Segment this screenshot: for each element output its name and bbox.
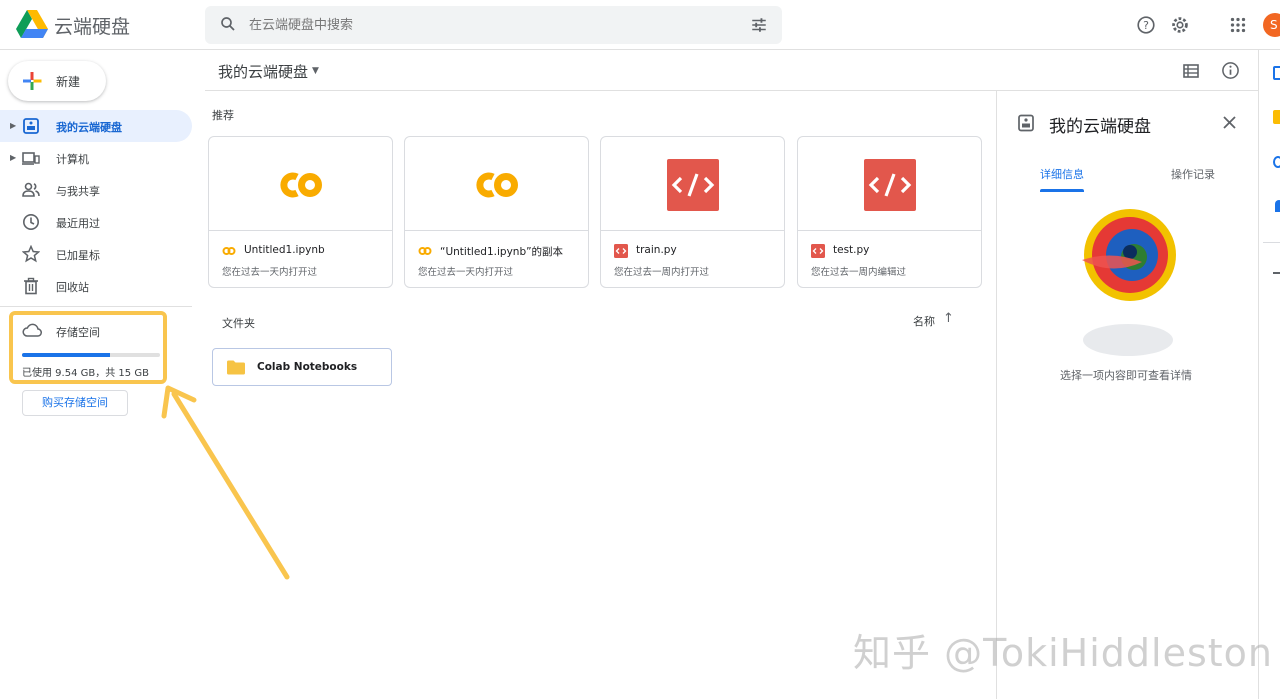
sidebar-item-label: 我的云端硬盘 bbox=[56, 121, 122, 134]
sidebar-item-label: 已加星标 bbox=[56, 249, 100, 262]
sidebar-item-recent[interactable]: 最近用过 bbox=[0, 206, 192, 238]
file-name: “Untitled1.ipynb”的副本 bbox=[440, 246, 564, 258]
sidebar-item-label: 最近用过 bbox=[56, 217, 100, 230]
drive-icon bbox=[23, 118, 39, 134]
new-button-label: 新建 bbox=[56, 75, 81, 89]
folders-heading: 文件夹 bbox=[222, 317, 255, 330]
code-icon bbox=[614, 244, 628, 258]
file-activity: 您在过去一周内打开过 bbox=[614, 267, 710, 278]
code-icon bbox=[811, 244, 825, 258]
tab-activity[interactable]: 操作记录 bbox=[1171, 166, 1215, 182]
suggested-file-card[interactable]: Untitled1.ipynb 您在过去一天内打开过 bbox=[208, 136, 393, 288]
keep-app-icon[interactable] bbox=[1273, 110, 1280, 124]
apps-grid-icon[interactable] bbox=[1227, 14, 1249, 36]
sort-ascending-icon[interactable]: ↑ bbox=[943, 311, 954, 326]
suggested-file-card[interactable]: test.py 您在过去一周内编辑过 bbox=[797, 136, 982, 288]
expand-caret-icon[interactable]: ▶ bbox=[10, 153, 16, 162]
search-input[interactable] bbox=[249, 15, 729, 35]
info-icon[interactable] bbox=[1221, 61, 1240, 80]
contacts-app-icon[interactable] bbox=[1275, 200, 1280, 212]
suggested-file-card[interactable]: “Untitled1.ipynb”的副本 您在过去一天内打开过 bbox=[404, 136, 589, 288]
drive-icon bbox=[1018, 114, 1034, 132]
sidebar-item-trash[interactable]: 回收站 bbox=[0, 270, 192, 302]
help-icon[interactable]: ? bbox=[1135, 14, 1157, 36]
tab-details[interactable]: 详细信息 bbox=[1040, 166, 1084, 182]
file-thumbnail bbox=[798, 137, 981, 231]
breadcrumb-dropdown-icon[interactable]: ▼ bbox=[312, 66, 319, 76]
details-empty-illustration bbox=[1082, 209, 1176, 356]
search-icon[interactable] bbox=[219, 15, 237, 33]
calendar-app-icon[interactable] bbox=[1273, 66, 1280, 80]
side-apps-rail bbox=[1258, 50, 1280, 699]
sidebar-item-my-drive[interactable]: ▶ 我的云端硬盘 bbox=[0, 110, 192, 142]
file-name: test.py bbox=[833, 244, 870, 256]
annotation-arrow bbox=[161, 385, 290, 580]
app-title[interactable]: 云端硬盘 bbox=[54, 12, 130, 39]
expand-caret-icon[interactable]: ▶ bbox=[10, 121, 16, 130]
folder-icon bbox=[227, 360, 245, 375]
search-options-icon[interactable] bbox=[750, 16, 768, 34]
code-icon bbox=[667, 159, 719, 211]
clock-icon bbox=[23, 214, 39, 230]
sidebar-item-shared[interactable]: 与我共享 bbox=[0, 174, 192, 206]
details-panel bbox=[996, 91, 1258, 699]
account-avatar[interactable]: S bbox=[1263, 13, 1280, 37]
file-thumbnail bbox=[405, 137, 588, 231]
rail-divider bbox=[1263, 242, 1280, 243]
storage-progress-bar bbox=[22, 353, 160, 357]
settings-icon[interactable] bbox=[1169, 14, 1191, 36]
computer-icon bbox=[22, 152, 40, 165]
colab-icon bbox=[476, 172, 518, 198]
add-addon-icon[interactable] bbox=[1273, 272, 1280, 274]
file-activity: 您在过去一周内编辑过 bbox=[811, 267, 907, 278]
sidebar-item-label: 回收站 bbox=[56, 281, 89, 294]
storage-label[interactable]: 存储空间 bbox=[56, 324, 100, 340]
breadcrumb[interactable]: 我的云端硬盘 bbox=[218, 61, 308, 82]
file-name: Untitled1.ipynb bbox=[244, 244, 325, 256]
svg-text:?: ? bbox=[1143, 19, 1149, 32]
colab-icon bbox=[418, 247, 432, 255]
suggested-heading: 推荐 bbox=[212, 109, 234, 122]
sort-by-name-button[interactable]: 名称 bbox=[913, 313, 935, 329]
colab-icon bbox=[222, 247, 236, 255]
trash-icon bbox=[24, 277, 38, 295]
list-view-icon[interactable] bbox=[1182, 62, 1200, 80]
storage-usage-text: 已使用 9.54 GB，共 15 GB bbox=[22, 368, 149, 379]
file-thumbnail bbox=[601, 137, 784, 231]
watermark: 知乎 @TokiHiddleston bbox=[853, 631, 1273, 675]
cloud-icon bbox=[22, 323, 42, 337]
close-icon[interactable] bbox=[1222, 115, 1237, 130]
tasks-app-icon[interactable] bbox=[1273, 156, 1280, 168]
people-icon bbox=[22, 182, 40, 197]
file-activity: 您在过去一天内打开过 bbox=[418, 267, 514, 278]
file-activity: 您在过去一天内打开过 bbox=[222, 267, 318, 278]
details-panel-title: 我的云端硬盘 bbox=[1049, 117, 1151, 137]
storage-progress-fill bbox=[22, 353, 110, 357]
details-empty-message: 选择一项内容即可查看详情 bbox=[1060, 369, 1192, 382]
buy-storage-button[interactable]: 购买存储空间 bbox=[22, 390, 128, 416]
star-icon bbox=[22, 245, 40, 263]
top-bar: 云端硬盘 ? S bbox=[0, 0, 1280, 50]
code-icon bbox=[864, 159, 916, 211]
suggested-file-card[interactable]: train.py 您在过去一周内打开过 bbox=[600, 136, 785, 288]
sidebar-item-label: 与我共享 bbox=[56, 185, 100, 198]
folder-item[interactable]: Colab Notebooks bbox=[212, 348, 392, 386]
folder-name: Colab Notebooks bbox=[257, 361, 358, 373]
file-name: train.py bbox=[636, 244, 677, 256]
colab-icon bbox=[280, 172, 322, 198]
sidebar-item-starred[interactable]: 已加星标 bbox=[0, 238, 192, 270]
drive-logo-icon[interactable] bbox=[16, 10, 48, 38]
plus-icon bbox=[23, 72, 42, 90]
file-thumbnail bbox=[209, 137, 392, 231]
sidebar-item-computers[interactable]: ▶ 计算机 bbox=[0, 142, 192, 174]
tab-active-indicator bbox=[1040, 189, 1084, 192]
search-bar[interactable] bbox=[205, 6, 782, 44]
new-button[interactable]: 新建 bbox=[8, 61, 106, 101]
sidebar-item-label: 计算机 bbox=[56, 153, 89, 166]
sidebar-divider bbox=[0, 306, 192, 307]
